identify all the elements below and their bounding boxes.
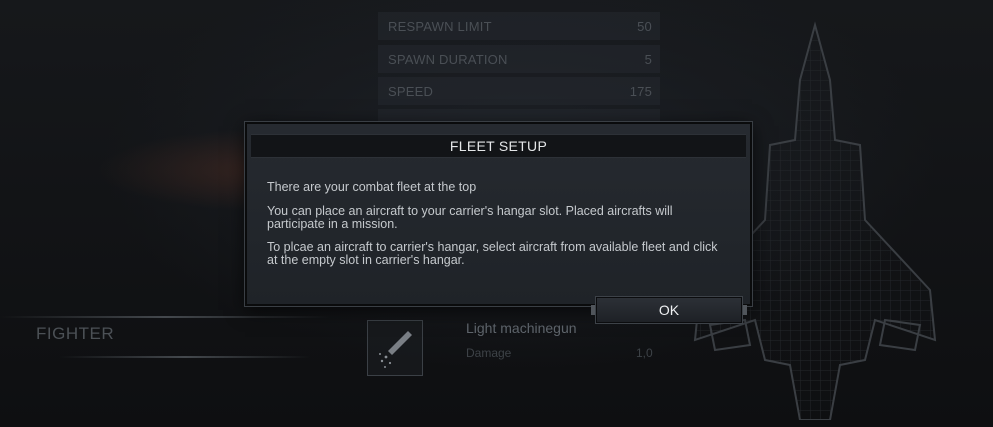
stat-value: 50 <box>637 19 652 34</box>
ok-button-label: OK <box>658 302 680 318</box>
stat-label: SPAWN DURATION <box>388 52 508 67</box>
unit-type-label: FIGHTER <box>36 324 115 343</box>
stat-value: 5 <box>644 52 652 67</box>
damage-value: 1,0 <box>636 346 653 360</box>
stat-row-spawn-duration: SPAWN DURATION 5 <box>378 45 660 73</box>
stat-row-speed: SPEED 175 <box>378 77 660 105</box>
light-streak <box>0 316 330 318</box>
stat-label: SPEED <box>388 84 434 99</box>
dialog-title: FLEET SETUP <box>251 134 746 158</box>
fleet-setup-dialog: FLEET SETUP There are your combat fleet … <box>245 122 752 306</box>
weapon-slot[interactable] <box>367 320 423 376</box>
light-streak <box>60 356 310 358</box>
decoration <box>743 305 747 315</box>
dialog-paragraph: To plcae an aircraft to carrier's hangar… <box>267 240 718 267</box>
dialog-paragraph: There are your combat fleet at the top <box>267 180 477 194</box>
ok-button[interactable]: OK <box>591 297 747 323</box>
stat-row-partial <box>378 109 660 121</box>
decoration <box>591 305 595 315</box>
dialog-paragraph: You can place an aircraft to your carrie… <box>267 204 673 231</box>
stat-label: RESPAWN LIMIT <box>388 19 492 34</box>
weapon-name: Light machinegun <box>466 320 577 336</box>
bullet-icon <box>368 321 422 380</box>
stat-row-respawn-limit: RESPAWN LIMIT 50 <box>378 12 660 40</box>
stat-value: 175 <box>629 84 652 99</box>
damage-label: Damage <box>466 346 512 360</box>
